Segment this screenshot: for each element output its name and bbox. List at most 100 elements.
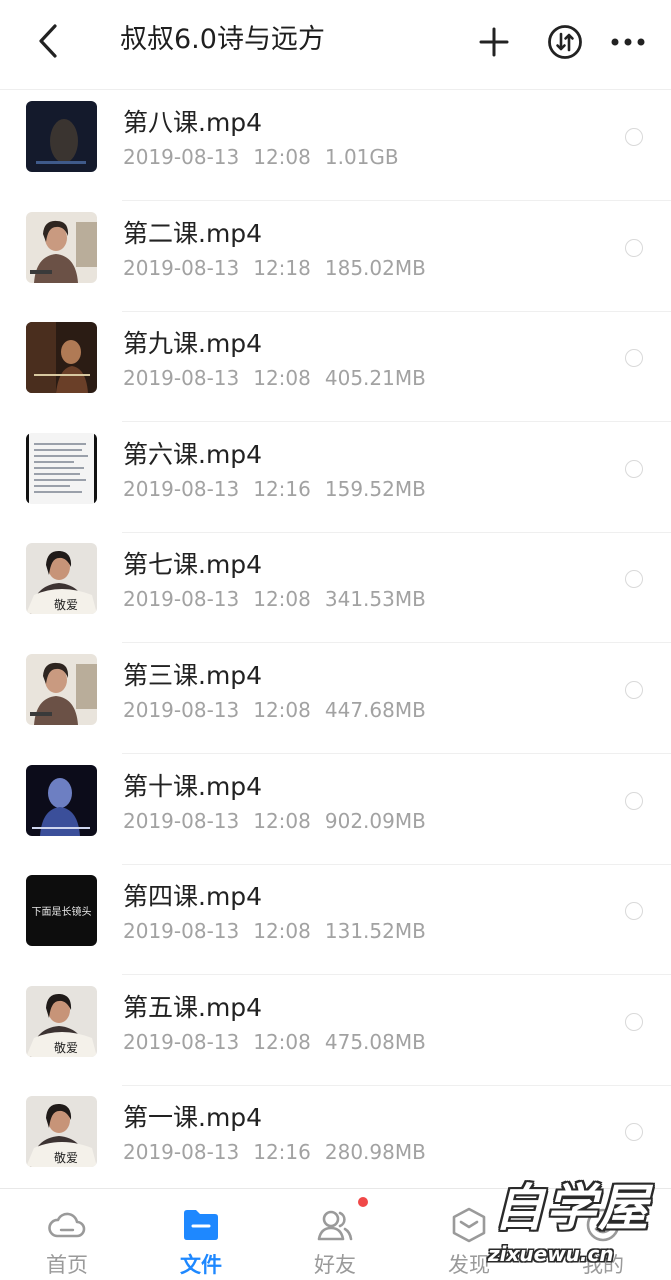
file-time: 12:16 <box>253 1140 311 1165</box>
page-title: 叔叔6.0诗与远方 <box>120 24 325 55</box>
file-name: 第七课.mp4 <box>123 550 263 580</box>
file-meta: 2019-08-13 12:08 475.08MB <box>123 1027 440 1057</box>
more-button[interactable] <box>606 20 650 64</box>
back-button[interactable] <box>28 18 68 64</box>
file-meta: 2019-08-13 12:16 280.98MB <box>123 1137 440 1167</box>
svg-text:敬爱: 敬爱 <box>54 1041 78 1055</box>
file-name: 第三课.mp4 <box>123 661 263 690</box>
top-navigation-bar: 叔叔6.0诗与远方 <box>0 0 671 90</box>
more-icon <box>611 38 645 46</box>
file-time: 12:08 <box>253 1029 311 1054</box>
file-meta: 2019-08-13 12:08 902.09MB <box>123 806 440 836</box>
tab-profile[interactable]: 我的 <box>536 1189 670 1280</box>
video-thumbnail: 下面是长镜头 <box>26 875 97 947</box>
video-thumbnail <box>26 211 97 283</box>
file-size: 475.08MB <box>324 1029 426 1054</box>
video-thumbnail <box>26 101 97 172</box>
file-size: 131.52MB <box>324 919 426 944</box>
file-size: 159.52MB <box>324 476 426 501</box>
add-button[interactable] <box>472 20 516 64</box>
video-thumbnail <box>26 432 97 504</box>
tab-label: 首页 <box>46 1253 88 1277</box>
file-date: 2019-08-13 <box>123 808 240 833</box>
tab-home[interactable]: 首页 <box>0 1189 134 1280</box>
file-date: 2019-08-13 <box>123 587 240 612</box>
select-radio[interactable] <box>625 459 643 478</box>
file-date: 2019-08-13 <box>123 698 240 722</box>
video-thumbnail: 敬爱 <box>26 1096 97 1168</box>
folder-icon <box>184 1210 218 1240</box>
chevron-left-icon <box>39 24 57 58</box>
file-time: 12:16 <box>253 476 311 501</box>
tab-label: 好友 <box>314 1253 356 1277</box>
file-date: 2019-08-13 <box>123 1029 240 1054</box>
select-radio[interactable] <box>625 238 643 257</box>
file-time: 12:08 <box>253 145 311 169</box>
file-meta: 2019-08-13 12:18 185.02MB <box>123 253 440 283</box>
video-thumbnail: 敬爱 <box>26 543 97 615</box>
file-row[interactable]: 第十课.mp4 2019-08-13 12:08 902.09MB <box>0 755 671 865</box>
file-meta: 2019-08-13 12:08 447.68MB <box>123 695 440 725</box>
bottom-tab-bar: 首页 文件 好友 发现 我的 <box>0 1188 671 1280</box>
file-row[interactable]: 敬爱 第一课.mp4 2019-08-13 12:16 280.98MB <box>0 1086 671 1187</box>
tab-discover[interactable]: 发现 <box>402 1189 536 1280</box>
file-name: 第九课.mp4 <box>123 329 263 359</box>
file-date: 2019-08-13 <box>123 145 240 169</box>
file-time: 12:08 <box>253 698 311 722</box>
file-date: 2019-08-13 <box>123 919 240 944</box>
video-thumbnail <box>26 322 97 394</box>
select-radio[interactable] <box>625 349 643 368</box>
file-size: 280.98MB <box>324 1140 426 1165</box>
file-row[interactable]: 第八课.mp4 2019-08-13 12:08 1.01GB <box>0 91 671 201</box>
tab-label: 我的 <box>582 1253 624 1277</box>
file-row[interactable]: 第三课.mp4 2019-08-13 12:08 447.68MB <box>0 644 671 754</box>
file-name: 第十课.mp4 <box>123 771 263 801</box>
select-radio[interactable] <box>625 1123 643 1142</box>
select-radio[interactable] <box>625 681 643 699</box>
file-size: 341.53MB <box>324 587 426 612</box>
select-radio[interactable] <box>625 902 643 921</box>
plus-icon <box>479 27 509 57</box>
file-row[interactable]: 敬爱 第五课.mp4 2019-08-13 12:08 475.08MB <box>0 976 671 1086</box>
video-thumbnail <box>26 764 97 836</box>
video-thumbnail <box>26 654 97 725</box>
tab-friends[interactable]: 好友 <box>268 1189 402 1280</box>
file-size: 902.09MB <box>324 808 426 833</box>
file-time: 12:08 <box>253 919 311 944</box>
file-row[interactable]: 第二课.mp4 2019-08-13 12:18 185.02MB <box>0 202 671 312</box>
file-row[interactable]: 敬爱 第七课.mp4 2019-08-13 12:08 341.53MB <box>0 533 671 644</box>
file-time: 12:08 <box>253 808 311 833</box>
file-size: 1.01GB <box>324 145 399 169</box>
discover-icon <box>452 1207 486 1243</box>
file-date: 2019-08-13 <box>123 476 240 501</box>
file-name: 第五课.mp4 <box>123 992 263 1022</box>
video-thumbnail: 敬爱 <box>26 985 97 1057</box>
tab-label: 发现 <box>448 1253 490 1277</box>
file-size: 447.68MB <box>324 698 426 722</box>
file-meta: 2019-08-13 12:08 341.53MB <box>123 584 440 614</box>
sort-button[interactable] <box>543 20 587 64</box>
file-row[interactable]: 第六课.mp4 2019-08-13 12:16 159.52MB <box>0 423 671 533</box>
sort-icon <box>548 25 582 59</box>
tab-files[interactable]: 文件 <box>134 1189 268 1280</box>
notification-badge <box>358 1197 368 1207</box>
file-list: 第八课.mp4 2019-08-13 12:08 1.01GB 第二课.mp4 2019-… <box>0 91 671 1187</box>
file-size: 185.02MB <box>324 255 426 280</box>
file-name: 第八课.mp4 <box>123 108 263 137</box>
file-date: 2019-08-13 <box>123 255 240 280</box>
file-row[interactable]: 下面是长镜头 第四课.mp4 2019-08-13 12:08 131.52MB <box>0 865 671 976</box>
file-time: 12:08 <box>253 587 311 612</box>
file-meta: 2019-08-13 12:16 159.52MB <box>123 474 440 504</box>
file-date: 2019-08-13 <box>123 366 240 391</box>
file-row[interactable]: 第九课.mp4 2019-08-13 12:08 405.21MB <box>0 312 671 423</box>
select-radio[interactable] <box>625 1012 643 1031</box>
select-radio[interactable] <box>625 128 643 146</box>
file-size: 405.21MB <box>324 366 426 391</box>
profile-icon <box>586 1208 620 1242</box>
file-date: 2019-08-13 <box>123 1140 240 1165</box>
select-radio[interactable] <box>625 791 643 810</box>
file-meta: 2019-08-13 12:08 405.21MB <box>123 363 440 393</box>
file-name: 第二课.mp4 <box>123 218 263 248</box>
select-radio[interactable] <box>625 570 643 589</box>
file-name: 第六课.mp4 <box>123 439 263 469</box>
